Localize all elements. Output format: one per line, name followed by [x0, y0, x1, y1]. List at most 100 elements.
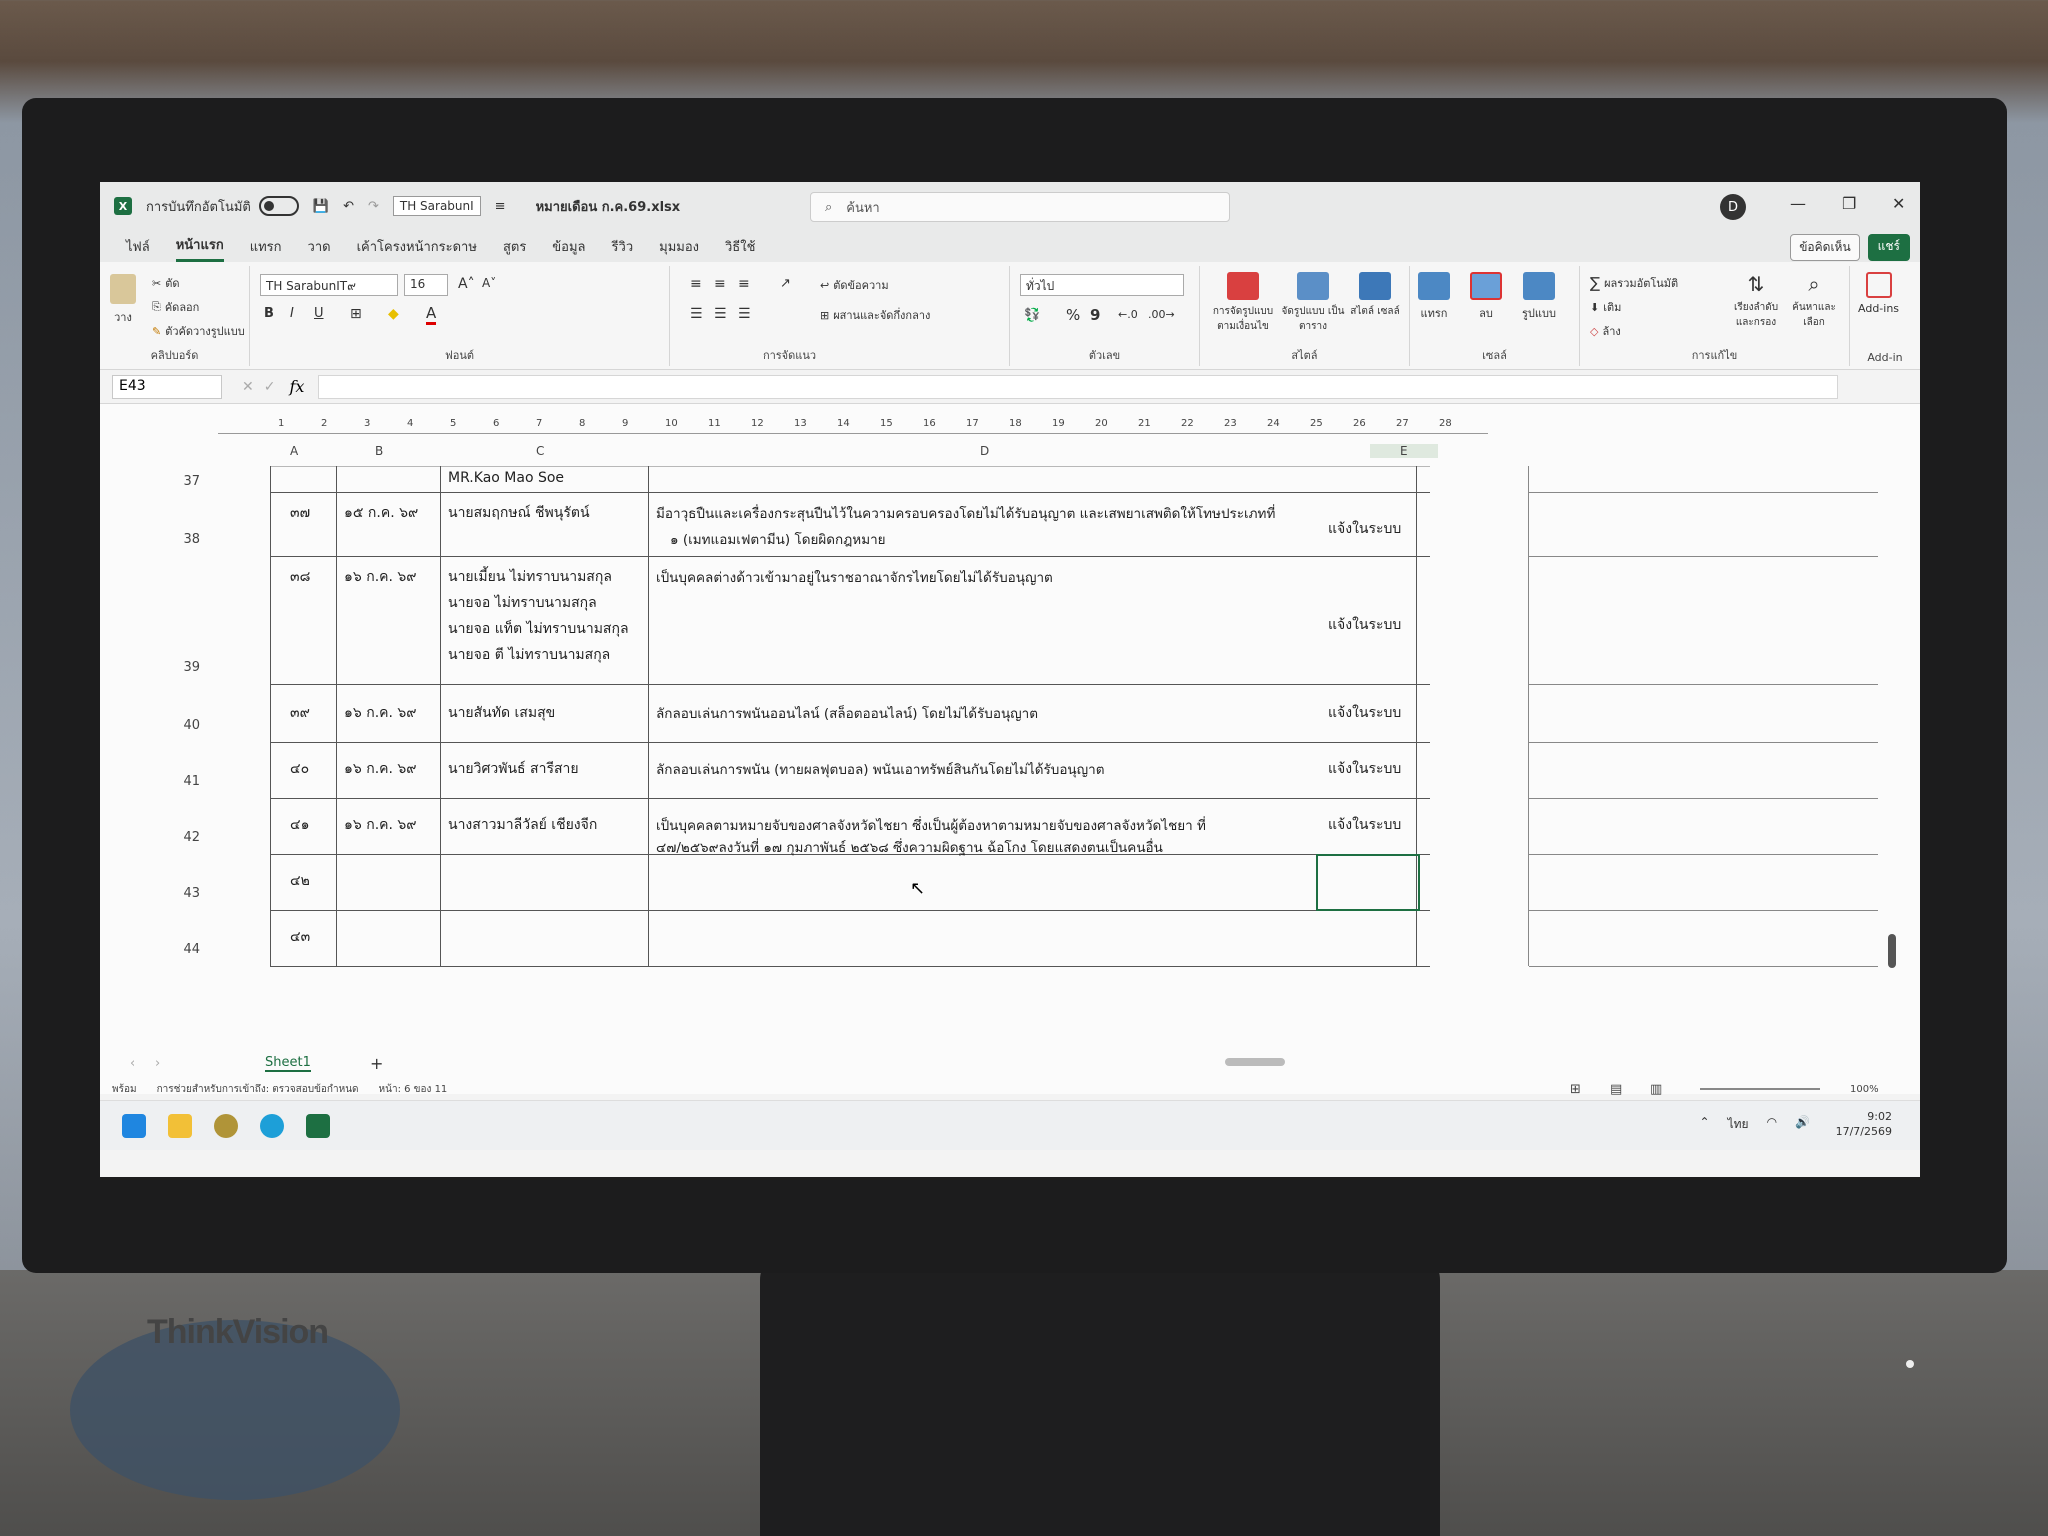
- cell-c39-line3[interactable]: นายจอ แท็ต ไม่ทราบนามสกุล: [448, 618, 629, 640]
- decrease-decimal-icon[interactable]: .00→: [1148, 308, 1175, 321]
- cell-d39[interactable]: เป็นบุคคลต่างด้าวเข้ามาอยู่ในราชอาณาจักร…: [656, 566, 1053, 588]
- format-as-table-button[interactable]: จัดรูปแบบ เป็นตาราง: [1280, 272, 1346, 334]
- app-icon[interactable]: [214, 1113, 238, 1138]
- normal-view-icon[interactable]: ⊞: [1570, 1082, 1581, 1097]
- excel-taskbar-icon[interactable]: [306, 1113, 330, 1138]
- tab-draw[interactable]: วาด: [308, 232, 331, 261]
- language-indicator[interactable]: ไทย: [1728, 1115, 1749, 1134]
- cell-e42[interactable]: แจ้งในระบบ: [1328, 814, 1401, 836]
- windows-start-icon[interactable]: [122, 1113, 146, 1138]
- cell-a39[interactable]: ๓๘: [290, 566, 310, 588]
- font-color-icon[interactable]: A: [426, 304, 437, 325]
- orientation-icon[interactable]: ↗: [780, 276, 791, 291]
- cell-c38[interactable]: นายสมฤกษณ์ ชีพนุรัตน์: [448, 502, 590, 524]
- align-center-icon[interactable]: ☰: [714, 306, 727, 322]
- comments-button[interactable]: ข้อคิดเห็น: [1790, 234, 1860, 261]
- cell-a38[interactable]: ๓๗: [290, 502, 310, 524]
- increase-decimal-icon[interactable]: ←.0: [1118, 308, 1138, 321]
- shrink-font-icon[interactable]: A˅: [482, 276, 496, 290]
- redo-icon[interactable]: ↷: [368, 199, 379, 214]
- column-header-c[interactable]: C: [536, 444, 544, 458]
- cell-b41[interactable]: ๑๖ ก.ค. ๖๙: [344, 758, 417, 780]
- conditional-formatting-button[interactable]: การจัดรูปแบบ ตามเงื่อนไข: [1210, 272, 1276, 334]
- autosave-toggle[interactable]: [258, 196, 299, 216]
- column-header-d[interactable]: D: [980, 444, 989, 458]
- column-header-a[interactable]: A: [290, 444, 298, 458]
- accessibility-status[interactable]: การช่วยสำหรับการเข้าถึง: ตรวจสอบข้อกำหนด: [157, 1082, 359, 1097]
- row-header-41[interactable]: 41: [160, 774, 200, 789]
- zoom-slider[interactable]: [1700, 1088, 1820, 1090]
- enter-icon[interactable]: ✓: [264, 379, 276, 395]
- speaker-icon[interactable]: 🔊: [1795, 1115, 1810, 1134]
- tab-view[interactable]: มุมมอง: [659, 232, 699, 261]
- wifi-icon[interactable]: ◠: [1767, 1115, 1777, 1134]
- cell-c42[interactable]: นางสาวมาลีวัลย์ เชียงจีก: [448, 814, 597, 836]
- prev-sheet-icon[interactable]: ‹: [130, 1056, 135, 1071]
- cell-a44[interactable]: ๔๓: [290, 926, 310, 948]
- cell-c39-line1[interactable]: นายเมี้ยน ไม่ทราบนามสกุล: [448, 566, 612, 588]
- font-name-select[interactable]: TH SarabunIT๙: [260, 274, 398, 296]
- tab-help[interactable]: วิธีใช้: [725, 232, 755, 261]
- row-header-38[interactable]: 38: [160, 532, 200, 547]
- row-header-40[interactable]: 40: [160, 718, 200, 733]
- cell-c39-line4[interactable]: นายจอ ตี ไม่ทราบนามสกุล: [448, 644, 610, 666]
- restore-icon[interactable]: ❐: [1842, 194, 1856, 213]
- row-header-44[interactable]: 44: [160, 942, 200, 957]
- row-header-43[interactable]: 43: [160, 886, 200, 901]
- formula-input[interactable]: [318, 374, 1839, 399]
- cell-d38-line2[interactable]: ๑ (เมทแอมเฟตามีน) โดยผิดกฎหมาย: [670, 528, 886, 550]
- page-break-view-icon[interactable]: ▥: [1650, 1082, 1662, 1097]
- horizontal-scrollbar[interactable]: [1225, 1058, 1285, 1066]
- cell-d38-line1[interactable]: มีอาวุธปืนและเครื่องกระสุนปืนไว้ในความคร…: [656, 502, 1275, 524]
- row-header-39[interactable]: 39: [160, 660, 200, 675]
- tab-page-layout[interactable]: เค้าโครงหน้ากระดาษ: [357, 232, 477, 261]
- tab-formulas[interactable]: สูตร: [503, 232, 526, 261]
- row-header-42[interactable]: 42: [160, 830, 200, 845]
- row-header-37[interactable]: 37: [160, 474, 200, 489]
- column-header-e[interactable]: E: [1370, 444, 1438, 458]
- cell-a41[interactable]: ๔๐: [290, 758, 309, 780]
- add-sheet-button[interactable]: +: [370, 1054, 383, 1073]
- cell-c40[interactable]: นายสันทัด เสมสุข: [448, 702, 555, 724]
- format-cells-button[interactable]: รูปแบบ: [1522, 272, 1556, 322]
- number-format-select[interactable]: ทั่วไป: [1020, 274, 1184, 296]
- cut-button[interactable]: ✂ ตัด: [152, 274, 180, 292]
- insert-function-icon[interactable]: fx: [289, 377, 304, 396]
- quick-font-select[interactable]: TH SarabunI: [392, 196, 481, 216]
- paste-button[interactable]: วาง: [110, 274, 136, 326]
- font-size-select[interactable]: 16: [404, 274, 448, 296]
- format-painter-button[interactable]: ✎ ตัวคัดวางรูปแบบ: [152, 322, 245, 340]
- cell-b39[interactable]: ๑๖ ก.ค. ๖๙: [344, 566, 417, 588]
- wrap-text-button[interactable]: ↩ ตัดข้อความ: [820, 276, 889, 294]
- cell-c41[interactable]: นายวิศวพันธ์ สารีสาย: [448, 758, 579, 780]
- cell-d42-line2[interactable]: ๔๗/๒๕๖๙ลงวันที่ ๑๗ กุมภาพันธ์ ๒๕๖๘ ซึ่งค…: [656, 836, 1163, 858]
- cell-d42-line1[interactable]: เป็นบุคคลตามหมายจับของศาลจังหวัดไชยา ซึ่…: [656, 814, 1206, 836]
- minimize-icon[interactable]: —: [1790, 194, 1806, 213]
- find-select-button[interactable]: ⌕ ค้นหาและ เลือก: [1786, 272, 1842, 330]
- clock[interactable]: 9:02 17/7/2569: [1836, 1109, 1892, 1139]
- vertical-scrollbar[interactable]: [1888, 934, 1896, 968]
- sort-filter-button[interactable]: ⇅ เรียงลำดับ และกรอง: [1728, 272, 1784, 330]
- cell-c39-line2[interactable]: นายจอ ไม่ทราบนามสกุล: [448, 592, 597, 614]
- cell-b40[interactable]: ๑๖ ก.ค. ๖๙: [344, 702, 417, 724]
- align-left-icon[interactable]: ☰: [690, 306, 703, 322]
- bold-button[interactable]: B: [264, 306, 274, 321]
- percent-button[interactable]: %: [1066, 306, 1080, 324]
- cell-e40[interactable]: แจ้งในระบบ: [1328, 702, 1401, 724]
- comma-button[interactable]: 9: [1090, 306, 1100, 324]
- avatar[interactable]: D: [1720, 194, 1746, 220]
- autosum-button[interactable]: ∑ ผลรวมอัตโนมัติ: [1590, 274, 1678, 292]
- cell-d40[interactable]: ลักลอบเล่นการพนันออนไลน์ (สล็อตออนไลน์) …: [656, 702, 1038, 724]
- cell-e41[interactable]: แจ้งในระบบ: [1328, 758, 1401, 780]
- name-box[interactable]: E43: [112, 374, 222, 399]
- merge-center-button[interactable]: ⊞ ผสานและจัดกึ่งกลาง: [820, 306, 930, 324]
- search-box[interactable]: ⌕ ค้นหา: [810, 192, 1230, 222]
- align-bottom-icon[interactable]: ≡: [738, 276, 750, 292]
- insert-cells-button[interactable]: แทรก: [1418, 272, 1450, 322]
- align-right-icon[interactable]: ☰: [738, 306, 751, 322]
- file-explorer-icon[interactable]: [168, 1113, 192, 1138]
- underline-button[interactable]: U: [314, 306, 324, 321]
- fill-button[interactable]: ⬇ เติม: [1590, 298, 1621, 316]
- close-icon[interactable]: ✕: [1892, 194, 1905, 213]
- clear-button[interactable]: ◇ ล้าง: [1590, 322, 1621, 340]
